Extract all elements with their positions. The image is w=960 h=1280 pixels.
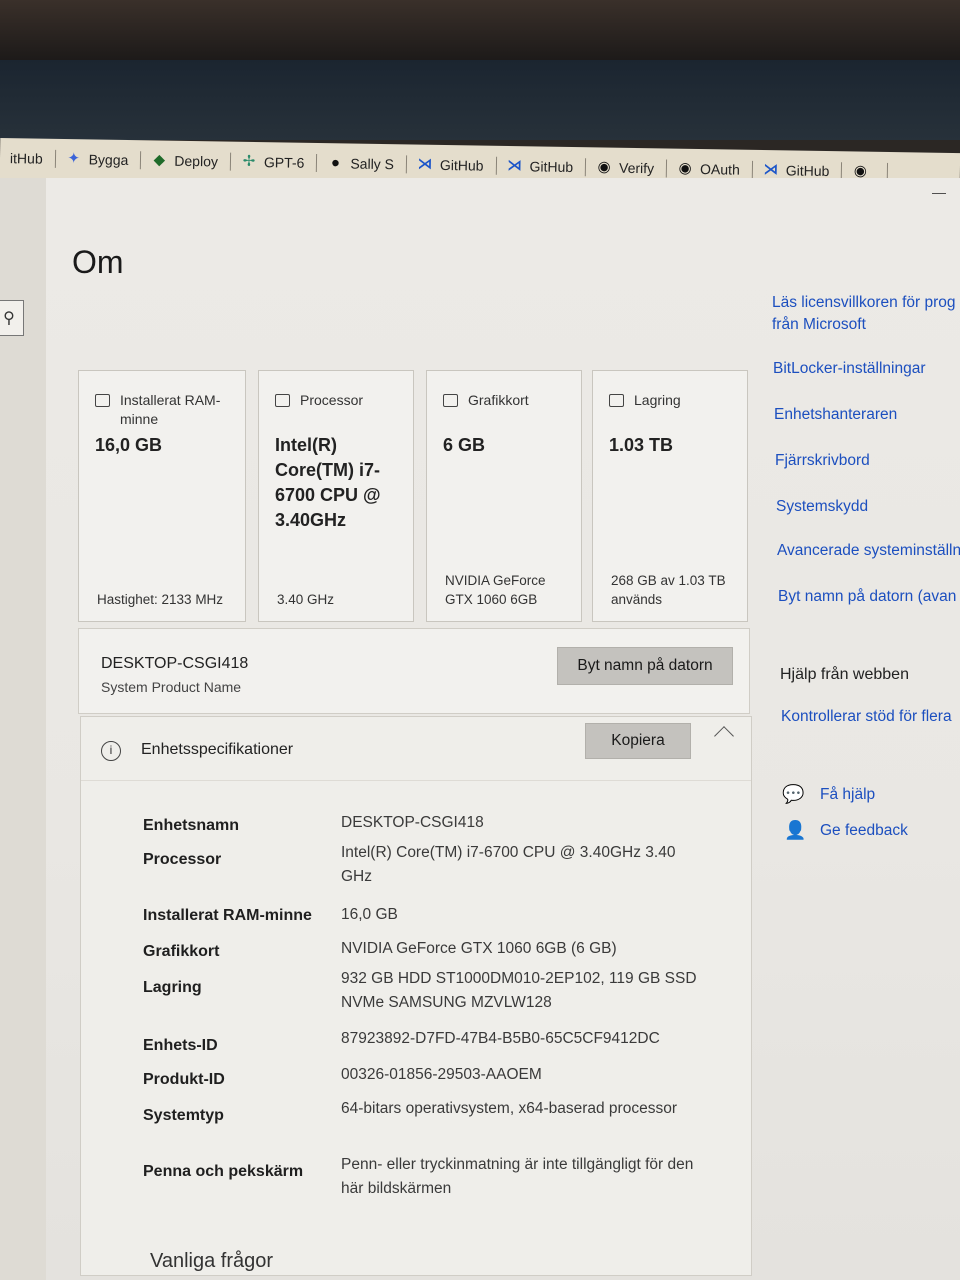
bookmark-item[interactable]: itHub <box>0 149 56 168</box>
browser-chrome <box>0 60 960 140</box>
bookmark-item[interactable]: ⋊ GitHub <box>496 156 587 177</box>
faq-heading: Vanliga frågor <box>150 1250 274 1272</box>
settings-window: ⚲ — Om Installerat RAM-minne 16,0 GB Has… <box>0 178 960 1280</box>
spec-value: 00326-01856-29503-AAOEM <box>341 1066 542 1083</box>
spec-value: 87923892-D7FD-47B4-B5B0-65C5CF9412DC <box>341 1030 660 1047</box>
bookmark-item[interactable]: ✢ GPT-6 <box>230 152 318 172</box>
spec-label: Enhetsnamn <box>143 817 240 834</box>
spec-label: Penna och pekskärm <box>143 1163 304 1180</box>
spec-label: Installerat RAM-minne <box>143 907 312 924</box>
bookmark-item[interactable]: ◉ OAuth <box>666 159 753 179</box>
spec-label: Enhets-ID <box>143 1037 218 1054</box>
vscode-icon: ⋊ <box>763 160 779 179</box>
spec-value: 64-bitars operativsystem, x64-baserad pr… <box>341 1100 677 1117</box>
spec-value: 932 GB HDD ST1000DM010-2EP102, 119 GB SS… <box>341 970 697 1011</box>
globe-icon: ● <box>330 154 341 172</box>
card-sub: Hastighet: 2133 MHz <box>97 592 224 607</box>
search-icon: ⚲ <box>3 310 15 327</box>
device-name: DESKTOP-CSGI418 <box>101 655 249 672</box>
card-title: Lagring <box>634 392 681 408</box>
spec-value: Penn- eller tryckinmatning är inte tillg… <box>341 1156 694 1197</box>
multi-support-link[interactable]: Kontrollerar stöd för flera <box>781 706 960 728</box>
bookmark-label: GitHub <box>785 162 830 180</box>
spec-label: Processor <box>143 851 222 868</box>
chevron-up-icon[interactable] <box>714 726 734 746</box>
advanced-settings-link[interactable]: Avancerade systeminställn <box>777 540 960 562</box>
vscode-icon: ⋊ <box>506 156 523 175</box>
gpt-icon: ✢ <box>242 152 256 171</box>
card-title: Grafikkort <box>468 392 529 408</box>
card-value: 1.03 TB <box>609 435 674 455</box>
bookmark-item[interactable]: ◆ Deploy <box>141 151 232 171</box>
card-value: 16,0 GB <box>95 435 163 455</box>
info-icon: i <box>101 741 121 761</box>
minimize-button[interactable]: — <box>932 184 946 200</box>
search-button[interactable]: ⚲ <box>0 300 24 336</box>
vscode-icon: ⋊ <box>417 155 433 173</box>
bookmark-label: itHub <box>9 150 43 167</box>
ram-icon <box>95 394 110 407</box>
specs-title: Enhetsspecifikationer <box>141 741 294 758</box>
page-title: Om <box>72 244 124 280</box>
device-specifications-panel: i Enhetsspecifikationer Kopiera Enhetsna… <box>80 716 752 1276</box>
bookmark-label: Verify <box>618 159 655 177</box>
card-sub: 3.40 GHz <box>277 592 335 607</box>
github-icon: ◉ <box>597 158 611 176</box>
web-help-heading: Hjälp från webben <box>780 666 909 683</box>
device-model: System Product Name <box>101 679 242 695</box>
help-icon: 💬 <box>782 784 805 804</box>
spec-value: 16,0 GB <box>341 906 398 923</box>
device-name-row: DESKTOP-CSGI418 System Product Name Byt … <box>78 628 750 714</box>
remote-desktop-link[interactable]: Fjärrskrivbord <box>775 450 870 472</box>
card-processor: Processor Intel(R) Core(TM) i7-6700 CPU … <box>258 370 414 622</box>
card-title: Installerat RAM-minne <box>120 392 221 427</box>
rename-pc-advanced-link[interactable]: Byt namn på datorn (avan <box>778 586 960 608</box>
spec-label: Systemtyp <box>143 1107 224 1124</box>
bookmark-label: Bygga <box>88 151 129 169</box>
device-manager-link[interactable]: Enhetshanteraren <box>774 404 897 426</box>
bookmark-label: GPT-6 <box>263 154 305 171</box>
card-value: 6 GB <box>443 435 486 455</box>
bookmark-item[interactable]: ✦ Bygga <box>55 149 142 170</box>
card-value: Intel(R) Core(TM) i7-6700 CPU @ 3.40GHz <box>275 435 381 530</box>
spec-label: Grafikkort <box>143 943 220 960</box>
bookmark-item[interactable]: ⋊ GitHub <box>406 155 497 175</box>
processor-icon <box>275 394 290 407</box>
feedback-icon: 👤 <box>784 820 807 840</box>
rename-pc-button[interactable]: Byt namn på datorn <box>557 647 733 685</box>
bookmark-item[interactable]: ◉ Verify <box>585 158 668 178</box>
bookmark-label: Deploy <box>174 152 219 170</box>
card-sub: 268 GB av 1.03 TB används <box>611 573 726 607</box>
system-protection-link[interactable]: Systemskydd <box>776 496 868 518</box>
spec-value: NVIDIA GeForce GTX 1060 6GB (6 GB) <box>341 940 617 957</box>
card-title: Processor <box>300 392 364 408</box>
get-help-link[interactable]: Få hjälp <box>820 784 875 806</box>
github-icon: ◉ <box>678 159 692 177</box>
spec-value: Intel(R) Core(TM) i7-6700 CPU @ 3.40GHz … <box>341 844 676 885</box>
license-link[interactable]: Läs licensvillkoren för prog från Micros… <box>772 292 960 336</box>
navigation-pane <box>0 178 46 1280</box>
spec-label: Lagring <box>143 979 202 996</box>
spec-value: DESKTOP-CSGI418 <box>341 814 484 831</box>
graphics-card-icon <box>443 394 458 407</box>
card-ram: Installerat RAM-minne 16,0 GB Hastighet:… <box>78 370 246 622</box>
specs-header[interactable]: i Enhetsspecifikationer Kopiera <box>81 717 751 781</box>
spec-label: Produkt-ID <box>143 1071 225 1088</box>
bookmark-label: GitHub <box>439 156 484 174</box>
card-storage: Lagring 1.03 TB 268 GB av 1.03 TB använd… <box>592 370 748 622</box>
monitor-bezel <box>0 0 960 60</box>
bookmark-label: GitHub <box>529 158 574 176</box>
bookmark-label: OAuth <box>699 160 740 178</box>
copy-button[interactable]: Kopiera <box>585 723 691 759</box>
deploy-icon: ◆ <box>153 151 166 169</box>
bitlocker-link[interactable]: BitLocker-inställningar <box>773 358 926 380</box>
card-graphics: Grafikkort 6 GB NVIDIA GeForce GTX 1060 … <box>426 370 582 622</box>
bookmark-label: Sally S <box>350 155 395 173</box>
storage-icon <box>609 394 624 407</box>
bookmark-item[interactable]: ● Sally S <box>317 153 408 174</box>
gemini-icon: ✦ <box>67 150 81 168</box>
card-sub: NVIDIA GeForce GTX 1060 6GB <box>445 573 546 607</box>
feedback-link[interactable]: Ge feedback <box>820 820 908 842</box>
